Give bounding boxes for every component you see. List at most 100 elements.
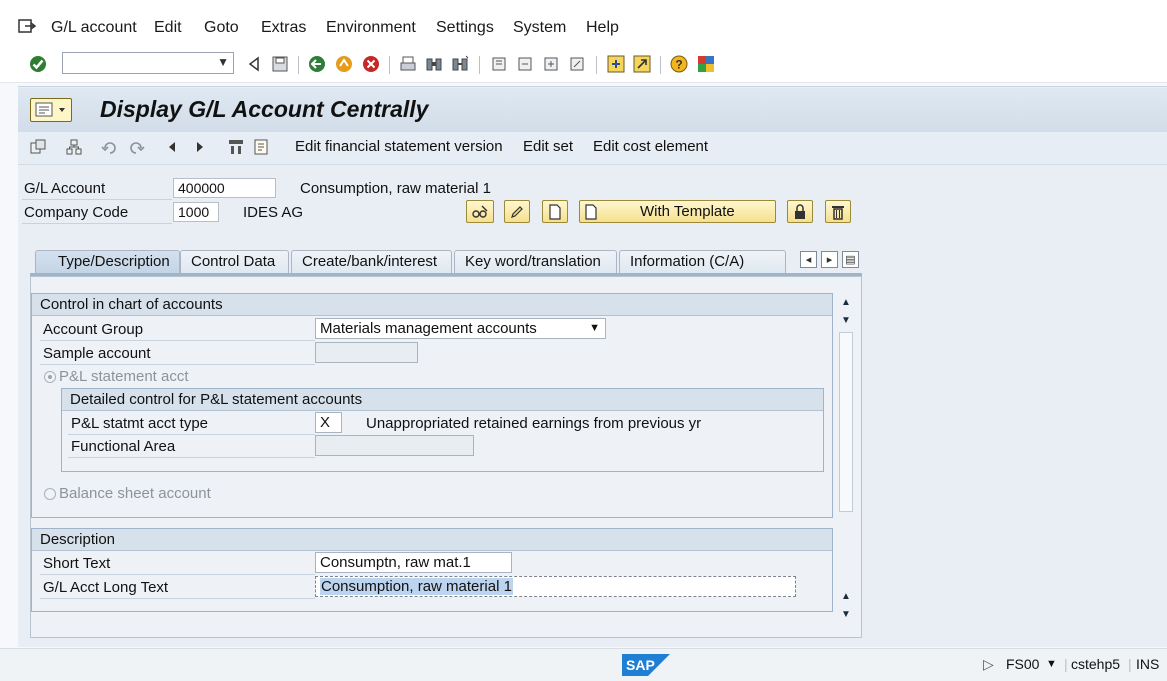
find-next-icon[interactable] [450, 54, 470, 74]
gl-account-field[interactable]: 400000 [173, 178, 276, 198]
tab-scroll-right-icon[interactable]: ▸ [821, 251, 838, 268]
tab-list-icon[interactable]: ▤ [842, 251, 859, 268]
row-divider [22, 199, 172, 200]
long-text-field[interactable]: Consumption, raw material 1 [315, 576, 796, 597]
scroll-up-icon[interactable]: ▲ [836, 294, 856, 310]
tab-label: Create/bank/interest [302, 253, 438, 270]
trash-icon [832, 205, 844, 220]
blank-document-icon [585, 203, 597, 220]
row-divider [40, 574, 315, 575]
next-item-icon[interactable] [190, 137, 210, 157]
undo-icon[interactable] [100, 137, 120, 157]
with-template-label: With Template [640, 203, 735, 220]
menu-edit[interactable]: Edit [154, 19, 182, 37]
status-divider: | [1128, 656, 1132, 672]
scroll-thumb[interactable] [839, 332, 853, 512]
tab-control-data[interactable]: Control Data [180, 250, 289, 274]
change-button[interactable] [504, 200, 530, 223]
vertical-scrollbar[interactable]: ▲ ▼ ▲ ▼ [836, 290, 856, 625]
hierarchy-icon[interactable] [64, 137, 84, 157]
chevron-down-icon[interactable]: ▼ [217, 55, 229, 69]
status-divider: | [1064, 656, 1068, 672]
tab-information-ca[interactable]: Information (C/A) [619, 250, 786, 274]
pl-statement-label: P&L statement acct [59, 368, 189, 385]
create-button[interactable] [542, 200, 568, 223]
menu-help[interactable]: Help [586, 19, 619, 37]
pl-type-field[interactable]: X [315, 412, 342, 433]
row-divider [68, 434, 315, 435]
structure-icon[interactable] [226, 137, 246, 157]
short-text-field[interactable]: Consumptn, raw mat.1 [315, 552, 512, 573]
pencil-icon [511, 205, 523, 218]
chevron-down-icon[interactable]: ▼ [589, 319, 600, 338]
control-group-title: Control in chart of accounts [32, 294, 832, 316]
tab-type-description[interactable]: Type/Description [35, 250, 180, 274]
edit-cost-element-button[interactable]: Edit cost element [593, 138, 708, 155]
pl-statement-radio[interactable] [44, 371, 56, 383]
chevron-down-icon[interactable]: ▼ [1046, 658, 1057, 670]
redo-icon[interactable] [126, 137, 146, 157]
menu-environment[interactable]: Environment [326, 19, 416, 37]
help-icon[interactable]: ? [669, 54, 689, 74]
customize-layout-icon[interactable] [696, 54, 716, 74]
prev-page-icon[interactable] [515, 54, 535, 74]
with-template-button[interactable]: With Template [579, 200, 776, 223]
company-code-field[interactable]: 1000 [173, 202, 219, 222]
company-name: IDES AG [243, 204, 304, 221]
shortcut-icon[interactable] [632, 54, 652, 74]
back-icon[interactable] [244, 54, 264, 74]
scroll-down-icon[interactable]: ▼ [836, 312, 856, 328]
menu-system[interactable]: System [513, 19, 566, 37]
edit-fs-version-button[interactable]: Edit financial statement version [295, 138, 503, 155]
print-icon[interactable] [398, 54, 418, 74]
previous-item-icon[interactable] [162, 137, 182, 157]
row-divider [40, 598, 315, 599]
toolbar-separator [298, 56, 299, 74]
command-field[interactable]: ▼ [62, 52, 234, 74]
menu-settings[interactable]: Settings [436, 19, 494, 37]
last-page-icon[interactable] [567, 54, 587, 74]
balance-sheet-radio[interactable] [44, 488, 56, 500]
cancel-icon[interactable] [361, 54, 381, 74]
menu-goto[interactable]: Goto [204, 19, 239, 37]
row-divider [40, 340, 315, 341]
sample-account-field[interactable] [315, 342, 418, 363]
next-page-icon[interactable] [541, 54, 561, 74]
find-icon[interactable] [424, 54, 444, 74]
exit-icon[interactable] [334, 54, 354, 74]
functional-area-field[interactable] [315, 435, 474, 456]
edit-set-button[interactable]: Edit set [523, 138, 573, 155]
back-green-icon[interactable] [307, 54, 327, 74]
delete-button[interactable] [825, 200, 851, 223]
row-divider [22, 223, 172, 224]
menu-extras[interactable]: Extras [261, 19, 306, 37]
document-icon[interactable] [251, 137, 271, 157]
svg-text:?: ? [675, 58, 682, 72]
tab-keyword-translation[interactable]: Key word/translation [454, 250, 617, 274]
save-icon[interactable] [270, 54, 290, 74]
display-change-button[interactable] [466, 200, 494, 223]
account-group-select[interactable]: Materials management accounts ▼ [315, 318, 606, 339]
long-text-value: Consumption, raw material 1 [320, 578, 513, 595]
tab-create-bank-interest[interactable]: Create/bank/interest [291, 250, 452, 274]
scroll-up-icon[interactable]: ▲ [836, 588, 856, 604]
tab-label: Control Data [191, 253, 276, 270]
status-expand-icon[interactable]: ▷ [983, 656, 994, 673]
menu-icon[interactable] [18, 18, 36, 34]
toolbar-separator [479, 56, 480, 74]
scroll-down-icon[interactable]: ▼ [836, 606, 856, 622]
enter-icon[interactable] [28, 54, 48, 74]
company-code-label: Company Code [24, 204, 129, 221]
other-account-icon[interactable] [28, 137, 48, 157]
balance-sheet-label: Balance sheet account [59, 485, 211, 502]
transaction-menu-icon[interactable] [30, 98, 72, 122]
menu-gl-account[interactable]: G/L account [51, 19, 137, 37]
gl-account-description: Consumption, raw material 1 [300, 180, 491, 197]
pl-type-description: Unappropriated retained earnings from pr… [366, 415, 702, 432]
glasses-pencil-icon [472, 205, 488, 218]
tab-label: Information (C/A) [630, 253, 745, 270]
block-button[interactable] [787, 200, 813, 223]
tab-scroll-left-icon[interactable]: ◂ [800, 251, 817, 268]
first-page-icon[interactable] [489, 54, 509, 74]
create-session-icon[interactable] [606, 54, 626, 74]
